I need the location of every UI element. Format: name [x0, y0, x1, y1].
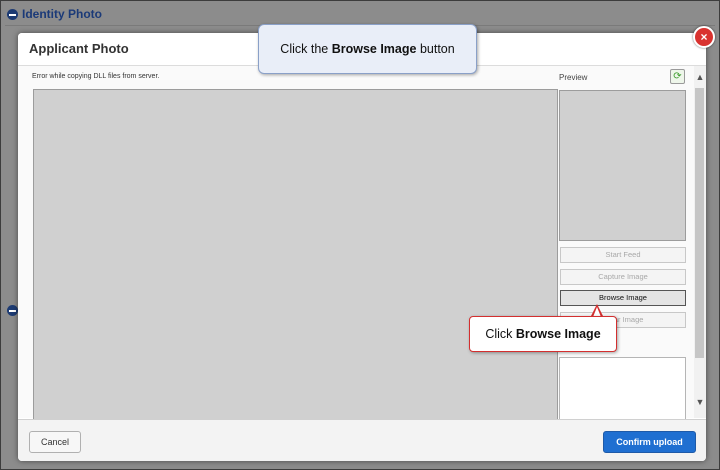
callout-text: button: [416, 42, 455, 56]
capture-image-button[interactable]: Capture Image: [560, 269, 686, 285]
notes-box: [559, 357, 686, 421]
dialog-title: Applicant Photo: [29, 41, 129, 56]
section-title: Identity Photo: [22, 7, 102, 21]
callout-text: Click the: [280, 42, 332, 56]
scroll-down-icon[interactable]: ▼: [695, 396, 705, 408]
callout-emphasis: Browse Image: [515, 327, 601, 341]
hint-callout: Click Browse Image: [469, 316, 617, 352]
scroll-thumb[interactable]: [695, 88, 704, 358]
screenshot-frame: Identity Photo Applicant Photo Error whi…: [0, 0, 720, 470]
browse-image-button[interactable]: Browse Image: [560, 290, 686, 306]
refresh-icon[interactable]: ⟳: [670, 69, 685, 84]
scroll-up-icon[interactable]: ▲: [695, 71, 705, 83]
camera-capture-area: [33, 89, 558, 421]
collapse-icon[interactable]: [7, 8, 18, 20]
instruction-callout: Click the Browse Image button: [258, 24, 477, 74]
identity-photo-section[interactable]: Identity Photo: [7, 7, 102, 21]
start-feed-button[interactable]: Start Feed: [560, 247, 686, 263]
callout-text: Click: [485, 327, 516, 341]
confirm-upload-button[interactable]: Confirm upload: [603, 431, 696, 453]
collapse-icon[interactable]: [7, 305, 18, 316]
preview-label: Preview: [559, 73, 588, 82]
error-message: Error while copying DLL files from serve…: [32, 73, 160, 80]
preview-image: [559, 90, 686, 241]
cancel-button[interactable]: Cancel: [29, 431, 81, 453]
vertical-scrollbar[interactable]: ▲ ▼: [694, 66, 706, 418]
callout-emphasis: Browse Image: [331, 42, 417, 56]
close-icon[interactable]: ×: [693, 26, 715, 48]
dialog-footer: Cancel Confirm upload: [18, 419, 706, 461]
applicant-photo-dialog: Applicant Photo Error while copying DLL …: [18, 33, 706, 461]
